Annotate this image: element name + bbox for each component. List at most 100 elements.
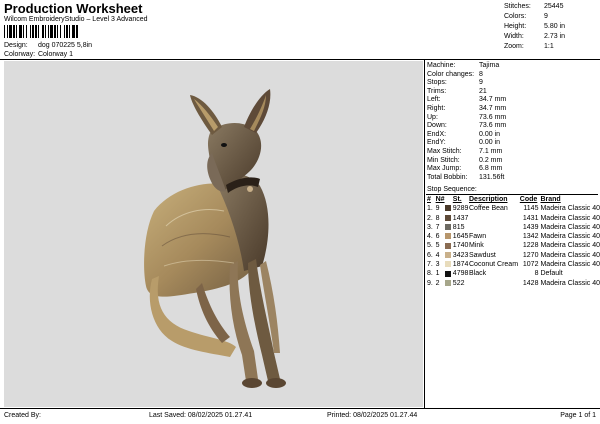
color-swatch bbox=[445, 242, 452, 249]
stat-label: Width: bbox=[504, 33, 524, 40]
swatch-cell bbox=[445, 279, 452, 288]
swatch-cell bbox=[445, 251, 452, 260]
design-label: Design: bbox=[4, 42, 28, 49]
thread-brand: Madeira Classic 40 bbox=[540, 251, 600, 259]
thread-brand: Madeira Classic 40 bbox=[540, 279, 600, 287]
thread-code: 1439 bbox=[522, 223, 539, 231]
barcode-bar bbox=[9, 25, 12, 38]
info-row: Machine: Tajima bbox=[427, 62, 506, 71]
thread-brand: Default bbox=[540, 270, 563, 278]
info-label: Right: bbox=[427, 104, 446, 112]
printed-date: Printed: 08/02/2025 01.27.44 bbox=[327, 412, 418, 419]
info-row: Color changes: 8 bbox=[427, 71, 506, 80]
thread-code: 1228 bbox=[522, 242, 539, 250]
machine-info: Machine: Tajima Color changes: 8 Stops: 9 Trim… bbox=[427, 62, 506, 182]
barcode-bar bbox=[45, 25, 46, 38]
row-number: 3. bbox=[427, 223, 433, 231]
thread-brand: Madeira Classic 40 bbox=[540, 214, 600, 222]
stat-label: Height: bbox=[504, 23, 527, 30]
barcode-bar bbox=[64, 25, 65, 38]
design-value: dog 070225 5,8in bbox=[37, 42, 93, 49]
info-label: Left: bbox=[427, 96, 441, 104]
color-swatch bbox=[445, 270, 452, 277]
stat-row: Zoom: 1:1 bbox=[504, 42, 565, 52]
swatch-cell bbox=[445, 204, 452, 213]
stat-row: Height: 5.80 in bbox=[504, 22, 565, 32]
info-label: EndY: bbox=[427, 139, 446, 147]
barcode-bar bbox=[60, 25, 61, 38]
thread-code: 8 bbox=[534, 270, 539, 278]
info-row: Trims: 21 bbox=[427, 88, 506, 97]
info-row: Max Stitch: 7.1 mm bbox=[427, 148, 506, 157]
info-row: EndX: 0.00 in bbox=[427, 131, 506, 140]
info-row: Total Bobbin: 131.56ft bbox=[427, 174, 506, 183]
needle-number: 8 bbox=[435, 214, 440, 222]
table-header-row: # N# St. Description Code Brand bbox=[427, 195, 600, 204]
barcode-bar bbox=[72, 25, 75, 38]
barcode-bar bbox=[13, 25, 15, 38]
col-header-needle: N# bbox=[435, 196, 445, 203]
thread-code: 1145 bbox=[523, 205, 539, 213]
needle-number: 4 bbox=[435, 251, 440, 259]
swatch-cell bbox=[445, 214, 452, 223]
color-swatch bbox=[445, 214, 452, 221]
info-label: Color changes: bbox=[427, 70, 475, 78]
colorway-value: Colorway 1 bbox=[37, 51, 73, 58]
barcode-bar bbox=[26, 25, 27, 38]
thread-code: 1342 bbox=[522, 233, 539, 241]
stop-sequence-table: # N# St. Description Code Brand 1. 9 9289 C… bbox=[427, 195, 600, 288]
barcode-bar bbox=[57, 25, 58, 38]
thread-brand: Madeira Classic 40 bbox=[540, 205, 600, 213]
stat-value: 9 bbox=[544, 13, 548, 20]
thread-brand: Madeira Classic 40 bbox=[540, 233, 600, 241]
stat-value: 1:1 bbox=[544, 43, 554, 50]
col-header-brand: Brand bbox=[540, 196, 561, 203]
thread-brand: Madeira Classic 40 bbox=[540, 261, 600, 269]
barcode-bar bbox=[69, 25, 70, 38]
stitch-count: 522 bbox=[452, 279, 465, 287]
col-header-description: Description bbox=[469, 196, 508, 203]
barcode-bar bbox=[30, 25, 31, 38]
info-value: 34.7 mm bbox=[479, 96, 507, 104]
info-label: Machine: bbox=[427, 62, 456, 69]
thread-code: 1428 bbox=[522, 279, 539, 287]
row-number: 8. bbox=[427, 270, 433, 278]
row-number: 6. bbox=[427, 251, 433, 259]
table-row: 2. 8 1437 1431 Madeira Classic 40 bbox=[427, 214, 600, 223]
color-description: Fawn bbox=[469, 233, 487, 241]
row-number: 7. bbox=[427, 261, 433, 269]
barcode-bar bbox=[76, 25, 78, 38]
info-row: Left: 34.7 mm bbox=[427, 96, 506, 105]
barcode-bar bbox=[42, 25, 44, 38]
row-number: 9. bbox=[427, 279, 433, 287]
col-header-num: # bbox=[427, 196, 431, 203]
thread-code: 1072 bbox=[522, 261, 539, 269]
barcode-bar bbox=[19, 25, 22, 38]
swatch-cell bbox=[445, 223, 452, 232]
info-row: EndY: 0.00 in bbox=[427, 139, 506, 148]
info-value: 73.6 mm bbox=[479, 113, 507, 121]
stat-label: Stitches: bbox=[504, 3, 531, 10]
stop-sequence-title: Stop Sequence: bbox=[427, 186, 477, 193]
color-swatch bbox=[445, 224, 452, 231]
info-label: Total Bobbin: bbox=[427, 173, 468, 181]
table-row: 1. 9 9289 Coffee Bean 1145 Madeira Classic 40 bbox=[427, 204, 600, 213]
barcode-bar bbox=[32, 25, 34, 38]
thread-brand: Madeira Classic 40 bbox=[540, 223, 600, 231]
created-by: Created By: bbox=[4, 412, 41, 419]
color-swatch bbox=[445, 279, 452, 286]
stat-value: 5.80 in bbox=[544, 23, 566, 30]
needle-number: 6 bbox=[435, 233, 440, 241]
table-row: 3. 7 815 1439 Madeira Classic 40 bbox=[427, 223, 600, 232]
info-row: Up: 73.6 mm bbox=[427, 114, 506, 123]
swatch-cell bbox=[445, 260, 452, 269]
info-label: EndX: bbox=[427, 130, 447, 138]
swatch-cell bbox=[445, 232, 452, 241]
design-row: Design: dog 070225 5,8in bbox=[4, 42, 92, 49]
stitch-count: 9289 bbox=[452, 205, 469, 213]
color-swatch bbox=[445, 251, 452, 258]
panel-divider bbox=[424, 60, 425, 408]
needle-number: 5 bbox=[435, 242, 440, 250]
barcode-bar bbox=[50, 25, 53, 38]
needle-number: 3 bbox=[435, 261, 440, 269]
